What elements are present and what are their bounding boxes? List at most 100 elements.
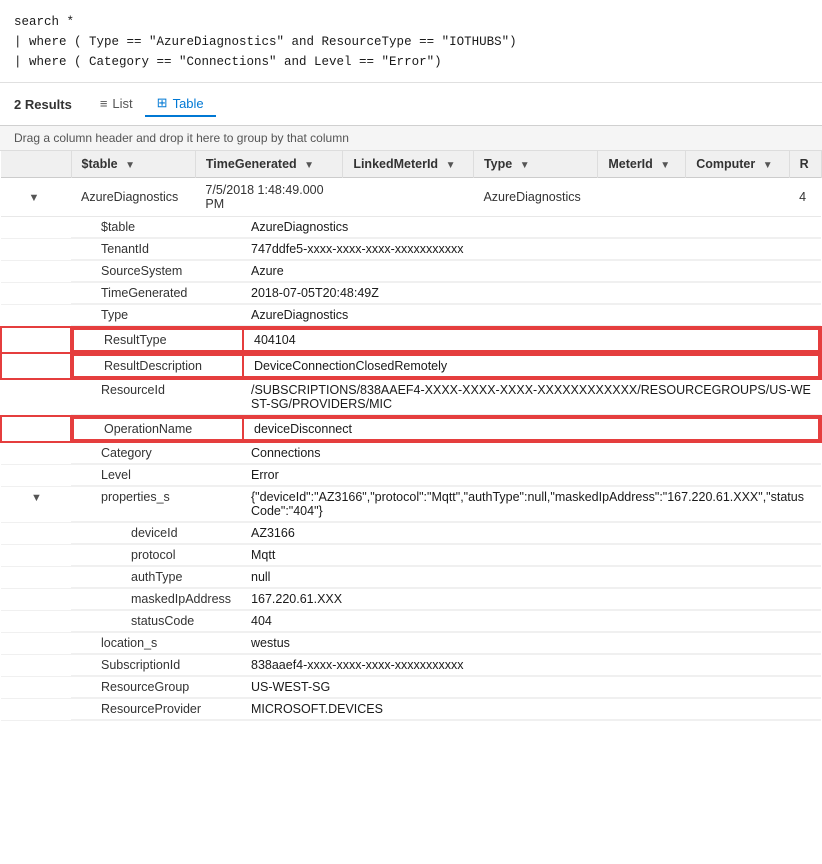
detail-value: 747ddfe5-xxxx-xxxx-xxxx-xxxxxxxxxxx [241, 239, 821, 260]
detail-value: Azure [241, 261, 821, 282]
filter-linkedmeterid-icon[interactable]: ▼ [446, 160, 456, 171]
sub-expand-cell-empty [1, 416, 71, 442]
detail-key: location_s [71, 633, 241, 654]
sub-expand-cell-empty [1, 699, 71, 721]
detail-key: Category [71, 443, 241, 464]
cell-timegenerated: 7/5/2018 1:48:49.000 PM [195, 178, 342, 217]
cell-meterid [598, 178, 686, 217]
detail-key: properties_s [71, 487, 241, 522]
table-header-row: $table ▼ TimeGenerated ▼ LinkedMeterId ▼… [1, 151, 821, 178]
tab-table[interactable]: ⊞ Table [145, 91, 216, 117]
table-icon: ⊞ [157, 95, 168, 111]
detail-row: ResultDescription DeviceConnectionClosed… [1, 353, 821, 379]
expand-col-header [1, 151, 71, 178]
query-box: search * | where ( Type == "AzureDiagnos… [0, 0, 822, 83]
detail-value: MICROSOFT.DEVICES [241, 699, 821, 720]
detail-row: OperationName deviceDisconnect [1, 416, 821, 442]
sub-expand-button[interactable]: ▼ [31, 492, 42, 504]
nested-detail-key: statusCode [71, 611, 241, 632]
detail-row: $table AzureDiagnostics [1, 217, 821, 239]
col-type[interactable]: Type ▼ [473, 151, 597, 178]
nested-detail-key: protocol [71, 545, 241, 566]
nested-detail-key: maskedIpAddress [71, 589, 241, 610]
detail-row: ResultType 404104 [1, 327, 821, 353]
detail-row: SourceSystem Azure [1, 261, 821, 283]
col-meterid[interactable]: MeterId ▼ [598, 151, 686, 178]
expand-cell[interactable]: ▼ [1, 178, 71, 217]
sub-expand-cell-empty [1, 465, 71, 487]
table-row[interactable]: ▼ AzureDiagnostics 7/5/2018 1:48:49.000 … [1, 178, 821, 217]
sub-expand-cell-empty [1, 353, 71, 379]
nested-detail-value: null [241, 567, 821, 588]
nested-detail-key: deviceId [71, 523, 241, 544]
nested-detail-row: statusCode 404 [1, 611, 821, 633]
col-r[interactable]: R [789, 151, 821, 178]
filter-computer-icon[interactable]: ▼ [763, 160, 773, 171]
data-table: $table ▼ TimeGenerated ▼ LinkedMeterId ▼… [0, 151, 822, 721]
query-line-1: search * [14, 12, 808, 32]
detail-key: ResourceId [71, 380, 241, 415]
nested-detail-value: 167.220.61.XXX [241, 589, 821, 610]
detail-value: US-WEST-SG [241, 677, 821, 698]
detail-key: SubscriptionId [71, 655, 241, 676]
detail-value: deviceDisconnect [243, 418, 819, 440]
detail-row: TenantId 747ddfe5-xxxx-xxxx-xxxx-xxxxxxx… [1, 239, 821, 261]
detail-value: 2018-07-05T20:48:49Z [241, 283, 821, 304]
expand-button[interactable]: ▼ [29, 192, 40, 204]
results-header: 2 Results ≡ List ⊞ Table [0, 83, 822, 126]
cell-linkedmeterid [343, 178, 474, 217]
sub-expand-cell-empty [1, 283, 71, 305]
detail-key: ResultType [73, 329, 243, 351]
list-icon: ≡ [100, 96, 108, 111]
nested-detail-value: AZ3166 [241, 523, 821, 544]
nested-expand-cell [1, 545, 71, 567]
nested-detail-row: authType null [1, 567, 821, 589]
col-computer[interactable]: Computer ▼ [686, 151, 789, 178]
detail-row: Category Connections [1, 442, 821, 465]
cell-stable: AzureDiagnostics [71, 178, 195, 217]
cell-computer [686, 178, 789, 217]
filter-timegenerated-icon[interactable]: ▼ [304, 160, 314, 171]
nested-detail-row: deviceId AZ3166 [1, 523, 821, 545]
nested-detail-value: Mqtt [241, 545, 821, 566]
detail-value: Connections [241, 443, 821, 464]
col-stable[interactable]: $table ▼ [71, 151, 195, 178]
detail-key: TenantId [71, 239, 241, 260]
nested-detail-value: 404 [241, 611, 821, 632]
query-line-2: | where ( Type == "AzureDiagnostics" and… [14, 32, 808, 52]
detail-row: location_s westus [1, 633, 821, 655]
detail-row: Level Error [1, 465, 821, 487]
detail-row: ResourceProvider MICROSOFT.DEVICES [1, 699, 821, 721]
nested-detail-key: authType [71, 567, 241, 588]
tab-list[interactable]: ≡ List [88, 92, 145, 117]
detail-value: AzureDiagnostics [241, 305, 821, 326]
detail-key: Level [71, 465, 241, 486]
detail-key: Type [71, 305, 241, 326]
filter-stable-icon[interactable]: ▼ [125, 160, 135, 171]
data-table-wrapper: $table ▼ TimeGenerated ▼ LinkedMeterId ▼… [0, 151, 822, 721]
detail-key: ResourceGroup [71, 677, 241, 698]
detail-key: TimeGenerated [71, 283, 241, 304]
cell-type: AzureDiagnostics [473, 178, 597, 217]
nested-expand-cell [1, 523, 71, 545]
filter-meterid-icon[interactable]: ▼ [660, 160, 670, 171]
detail-row: ResourceGroup US-WEST-SG [1, 677, 821, 699]
sub-expand-cell-empty [1, 261, 71, 283]
query-line-3: | where ( Category == "Connections" and … [14, 52, 808, 72]
sub-expand-cell-empty [1, 327, 71, 353]
detail-key: $table [71, 217, 241, 238]
col-timegenerated[interactable]: TimeGenerated ▼ [195, 151, 342, 178]
detail-value: DeviceConnectionClosedRemotely [243, 355, 819, 377]
detail-row: SubscriptionId 838aaef4-xxxx-xxxx-xxxx-x… [1, 655, 821, 677]
sub-expand-cell-empty [1, 379, 71, 416]
filter-type-icon[interactable]: ▼ [520, 160, 530, 171]
col-linkedmeterid[interactable]: LinkedMeterId ▼ [343, 151, 474, 178]
sub-expand-cell-empty [1, 633, 71, 655]
detail-value: westus [241, 633, 821, 654]
sub-expand-cell[interactable]: ▼ [1, 487, 71, 523]
nested-expand-cell [1, 611, 71, 633]
sub-expand-cell-empty [1, 305, 71, 328]
nested-detail-row: protocol Mqtt [1, 545, 821, 567]
sub-expand-cell-empty [1, 655, 71, 677]
detail-key: ResultDescription [73, 355, 243, 377]
